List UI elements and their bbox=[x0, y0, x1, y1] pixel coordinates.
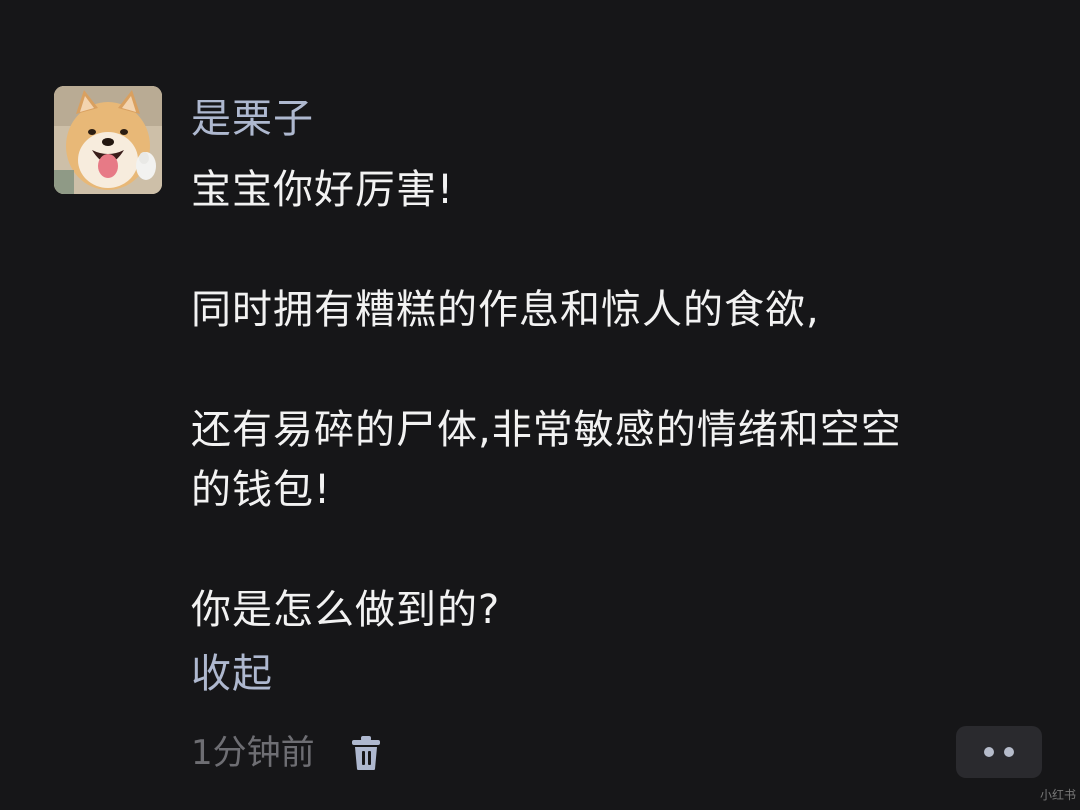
watermark: 小红书 bbox=[1040, 788, 1077, 802]
comment-body: 宝宝你好厉害! 同时拥有糟糕的作息和惊人的食欲, 还有易碎的尸体,非常敏感的情绪… bbox=[191, 160, 1041, 640]
more-dots-icon bbox=[1004, 747, 1014, 757]
comment-line: 宝宝你好厉害! bbox=[191, 167, 455, 213]
collapse-link[interactable]: 收起 bbox=[191, 646, 273, 702]
more-options-button[interactable] bbox=[956, 726, 1042, 778]
avatar[interactable] bbox=[54, 86, 162, 194]
delete-button[interactable] bbox=[349, 733, 383, 773]
line-break bbox=[191, 220, 1041, 280]
timestamp: 1分钟前 bbox=[191, 733, 315, 773]
comment-item: 是栗子 宝宝你好厉害! 同时拥有糟糕的作息和惊人的食欲, 还有易碎的尸体,非常敏… bbox=[0, 0, 1080, 810]
line-break bbox=[191, 520, 1041, 580]
comment-line: 同时拥有糟糕的作息和惊人的食欲, bbox=[191, 287, 820, 333]
trash-icon bbox=[351, 736, 380, 770]
line-break bbox=[191, 340, 1041, 400]
comment-line: 的钱包! bbox=[191, 467, 332, 513]
username[interactable]: 是栗子 bbox=[191, 93, 314, 145]
shiba-dog-avatar-image bbox=[54, 86, 162, 194]
comment-line: 你是怎么做到的? bbox=[191, 587, 501, 633]
comment-footer: 1分钟前 bbox=[191, 728, 383, 778]
comment-line: 还有易碎的尸体,非常敏感的情绪和空空 bbox=[191, 407, 902, 453]
more-dots-icon bbox=[984, 747, 994, 757]
